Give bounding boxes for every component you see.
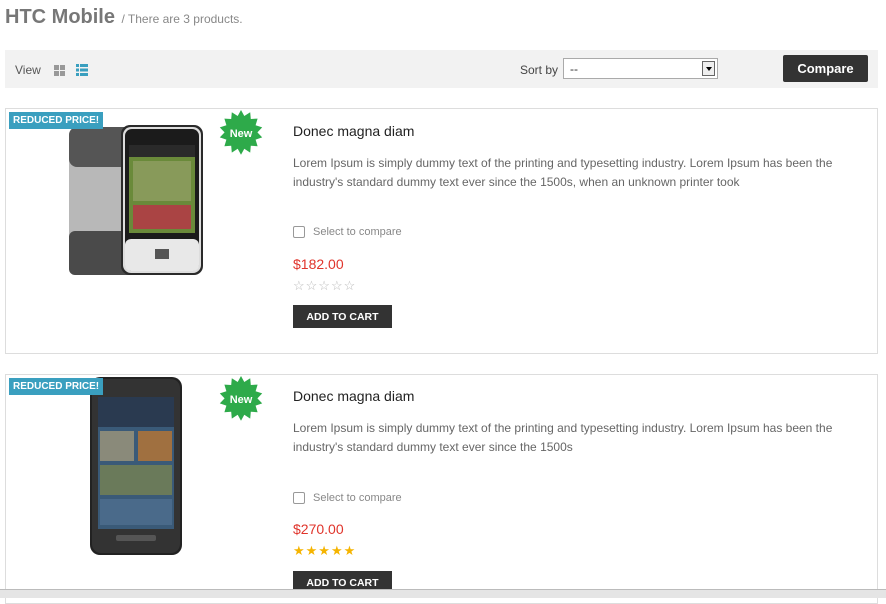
sort-select-value: -- (570, 62, 578, 76)
product-price: $182.00 (293, 256, 344, 272)
rating-stars: ☆☆☆☆☆ (293, 278, 357, 293)
sort-label: Sort by (520, 63, 559, 77)
page-title: HTC Mobile (5, 6, 115, 28)
compare-checkbox[interactable] (293, 226, 305, 238)
product-image[interactable] (61, 121, 211, 281)
product-description: Lorem Ipsum is simply dummy text of the … (293, 421, 833, 454)
product-image[interactable] (86, 375, 186, 557)
compare-button[interactable]: Compare (783, 55, 868, 82)
compare-label: Select to compare (313, 492, 402, 504)
add-to-cart-button[interactable]: ADD TO CART (293, 305, 392, 328)
product-toolbar: View Sort by -- Compare (5, 50, 878, 88)
product-price: $270.00 (293, 521, 344, 537)
product-count: / There are 3 products. (121, 12, 243, 26)
rating-stars: ★★★★★ (293, 543, 357, 558)
product-card: REDUCED PRICE! New Donec magna diam Lore… (5, 108, 878, 354)
reduced-price-ribbon: REDUCED PRICE! (9, 378, 104, 395)
product-name[interactable]: Donec magna diam (293, 388, 414, 404)
compare-checkbox[interactable] (293, 492, 305, 504)
product-description: Lorem Ipsum is simply dummy text of the … (293, 156, 833, 189)
grid-view-icon[interactable] (54, 65, 65, 76)
chevron-down-icon (702, 61, 715, 76)
product-name[interactable]: Donec magna diam (293, 123, 414, 139)
select-to-compare[interactable]: Select to compare (293, 226, 402, 238)
reduced-price-ribbon: REDUCED PRICE! (9, 112, 104, 129)
new-badge-label: New (229, 128, 253, 140)
sort-select[interactable]: -- (563, 58, 718, 79)
new-badge: New (217, 110, 265, 158)
view-label: View (15, 63, 41, 77)
select-to-compare[interactable]: Select to compare (293, 492, 402, 504)
page-header: HTC Mobile / There are 3 products. (5, 6, 243, 29)
new-badge-label: New (229, 394, 253, 406)
product-card: REDUCED PRICE! New Donec magna diam Lore… (5, 374, 878, 604)
compare-label: Select to compare (313, 226, 402, 238)
list-view-icon[interactable] (76, 64, 88, 76)
new-badge: New (217, 376, 265, 424)
